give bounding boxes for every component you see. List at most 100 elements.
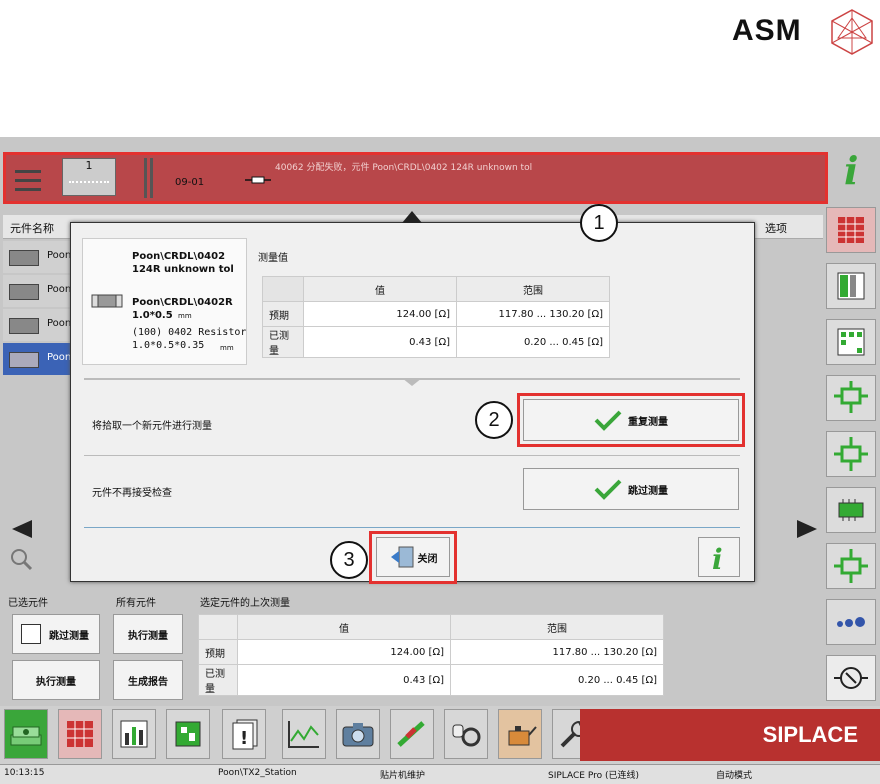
status-message: 40062 分配失败，元件 Poon\CRDL\0402 124R unknow… [275, 163, 533, 173]
execute-measure-button[interactable]: 执行测量 [113, 614, 183, 654]
asm-logo-icon [831, 9, 873, 55]
expected-range: 117.80 ... 130.20 [Ω] [450, 639, 664, 665]
matrix-icon [837, 328, 865, 356]
measured-value: 0.43 [Ω] [303, 326, 457, 358]
more-button[interactable] [826, 599, 876, 645]
expected-range: 117.80 ... 130.20 [Ω] [456, 301, 610, 327]
component-icon [834, 549, 868, 583]
check-icon [594, 479, 622, 500]
footer-mode1: 贴片机维护 [380, 771, 426, 781]
chip-icon [838, 499, 864, 521]
table-row-selected[interactable]: Poon [3, 343, 71, 375]
svg-text:!: ! [240, 728, 248, 749]
expected-value: 124.00 [Ω] [303, 301, 457, 327]
scroll-right-icon[interactable] [793, 518, 821, 540]
row-label: 预期 [198, 639, 238, 665]
oil-can-icon [508, 726, 537, 746]
taskbar-oil-button[interactable] [498, 709, 542, 759]
component-button-1[interactable] [826, 375, 876, 421]
callout-1: 1 [580, 204, 618, 242]
col-options: 选项 [765, 222, 787, 235]
execute-measure-button-2[interactable]: 执行测量 [12, 660, 100, 700]
callout-3: 3 [330, 541, 368, 579]
table-row[interactable]: Poon [3, 309, 71, 341]
col-value: 值 [237, 614, 451, 640]
measured-range: 0.20 ... 0.45 [Ω] [450, 664, 664, 696]
footer-station: Poon\TX2_Station [218, 768, 297, 778]
option-skip-text: 元件不再接受检查 [92, 488, 172, 499]
taskbar-board-button[interactable] [166, 709, 210, 759]
footer-time: 10:13:15 [4, 768, 45, 778]
grid-red-icon [838, 217, 864, 243]
measured-title: 测量值 [258, 253, 288, 264]
measured-range: 0.20 ... 0.45 [Ω] [456, 326, 610, 358]
probe-icon [397, 721, 425, 747]
divider [84, 455, 740, 456]
feeder-list-button[interactable] [826, 263, 876, 309]
footer-connection: SIPLACE Pro (已连线) [548, 771, 640, 781]
matrix-button[interactable] [826, 319, 876, 365]
menu-icon[interactable] [12, 164, 44, 196]
row-label: 已测量 [262, 326, 304, 358]
table-row[interactable]: Poon [3, 275, 71, 307]
scroll-left-icon[interactable] [8, 518, 36, 540]
taskbar-maintenance-button[interactable] [444, 709, 488, 759]
line-chart-icon [288, 721, 319, 748]
divider [84, 527, 740, 528]
status-footer: 10:13:15 Poon\TX2_Station 贴片机维护 SIPLACE … [0, 764, 880, 784]
feeder-index: 1 [85, 159, 93, 172]
gauge-button[interactable] [826, 655, 876, 701]
gauge-icon [834, 667, 868, 689]
taskbar-warning-button[interactable]: ! [222, 709, 266, 759]
resistor-icon [245, 176, 271, 184]
search-icon[interactable] [8, 546, 34, 572]
last-measure-table: 值 范围 预期 124.00 [Ω] 117.80 ... 130.20 [Ω]… [198, 614, 664, 696]
taskbar-probe-button[interactable] [390, 709, 434, 759]
taskbar-chart-button[interactable] [282, 709, 326, 759]
info-button[interactable]: i [832, 148, 876, 193]
feeder-indicator: 1 [62, 158, 116, 196]
skip-measure-button[interactable]: 跳过测量 [523, 468, 739, 510]
callout-2: 2 [475, 401, 513, 439]
footer-mode2: 自动模式 [716, 771, 753, 781]
warning-doc-icon: ! [232, 719, 258, 750]
component-button-2[interactable] [826, 431, 876, 477]
grid-red-icon [67, 721, 93, 747]
selected-parts-label: 已选元件 [8, 598, 48, 609]
taskbar-camera-button[interactable] [336, 709, 380, 759]
table-row[interactable]: Poon [3, 241, 71, 273]
option-repeat-text: 将拾取一个新元件进行测量 [92, 421, 212, 432]
board-icon [175, 721, 201, 747]
measured-table: 值 范围 预期 124.00 [Ω] 117.80 ... 130.20 [Ω]… [262, 276, 610, 358]
part-desc-unit: mm [220, 344, 234, 352]
expected-value: 124.00 [Ω] [237, 639, 451, 665]
chip-button[interactable] [826, 487, 876, 533]
skip-measure-toggle[interactable]: 跳过测量 [12, 614, 100, 654]
dialog-info-button[interactable]: i [698, 537, 740, 577]
svg-text:i: i [712, 543, 723, 574]
last-measure-label: 选定元件的上次测量 [200, 598, 290, 609]
component-icon [834, 381, 868, 413]
feeder-grid-button[interactable] [826, 207, 876, 253]
info-icon: i [712, 543, 723, 574]
row-label: 预期 [262, 301, 304, 327]
measured-value: 0.43 [Ω] [237, 664, 451, 696]
siplace-brand: SIPLACE [580, 709, 880, 761]
track-icon [144, 158, 153, 198]
col-range: 范围 [456, 276, 610, 302]
info-icon: i [844, 148, 858, 193]
taskbar-money-button[interactable] [4, 709, 48, 759]
component-button-3[interactable] [826, 543, 876, 589]
taskbar-bars-button[interactable] [112, 709, 156, 759]
part-unit: mm [178, 312, 192, 320]
highlight-box-3 [369, 531, 457, 584]
col-value: 值 [303, 276, 457, 302]
part-name: Poon\CRDL\0402 124R unknown tol [132, 251, 234, 275]
taskbar-grid-button[interactable] [58, 709, 102, 759]
hand-gear-icon [452, 724, 481, 747]
bars-icon [120, 720, 148, 748]
generate-report-button[interactable]: 生成报告 [113, 660, 183, 700]
component-icon [834, 437, 868, 471]
more-dots-icon [837, 617, 865, 627]
checkbox[interactable] [21, 624, 41, 644]
